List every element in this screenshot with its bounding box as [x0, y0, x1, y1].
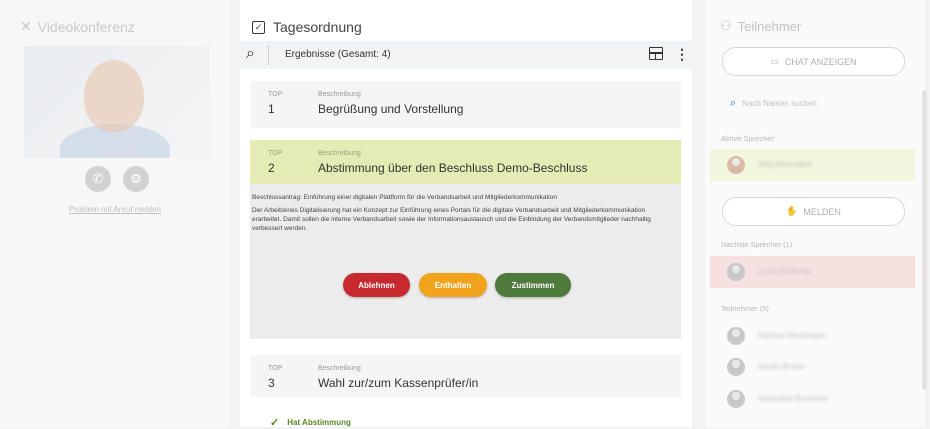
agenda-item-title: Begrüßung und Vorstellung	[318, 102, 464, 116]
checkmark-icon: ✓	[270, 417, 280, 429]
avatar	[727, 327, 745, 345]
participants-header: ⚇ Teilnehmer	[720, 18, 801, 34]
raise-hand-label: MELDEN	[803, 206, 841, 217]
participants-panel: ⚇ Teilnehmer ▭ CHAT ANZEIGEN ⌕ Nach Name…	[705, 0, 925, 427]
top-label: TOP	[268, 150, 283, 157]
agenda-header: ✓ Tagesordnung	[252, 19, 362, 35]
participant-row[interactable]: Martin Brown	[710, 351, 915, 383]
abstain-button[interactable]: Enthalten	[419, 273, 487, 297]
agenda-item-1[interactable]: TOP Beschreibung 1 Begrüßung und Vorstel…	[250, 81, 681, 128]
chat-icon: ▭	[770, 56, 779, 66]
search-icon: ⌕	[730, 97, 737, 109]
participant-name: Martin Brown	[758, 362, 806, 371]
agenda-item-number: 1	[268, 102, 275, 116]
speaker-name: Jörg Rosenthal	[758, 160, 812, 169]
video-panel-title: Videokonferenz	[37, 18, 135, 35]
description-label: Beschreibung	[318, 91, 361, 98]
report-problem-link[interactable]: Problem mit Anruf melden	[0, 205, 230, 214]
motion-text: Beschlussantrag: Einführung einer digita…	[252, 194, 557, 201]
avatar	[727, 156, 745, 174]
settings-button[interactable]: ⚙	[123, 166, 149, 192]
agenda-item-2[interactable]: TOP Beschreibung 2 Abstimmung über den B…	[250, 140, 681, 339]
agenda-item-3[interactable]: TOP Beschreibung 3 Wahl zur/zum Kassenpr…	[250, 355, 681, 397]
agenda-toolbar: ⌕ Ergebnisse (Gesamt: 4) ⋮	[240, 41, 692, 69]
agenda-item-title: Abstimmung über den Beschluss Demo-Besch…	[318, 161, 588, 175]
motion-description: Der Arbeitskreis Digitalisierung hat ein…	[252, 207, 651, 232]
video-conference-icon: ✕	[20, 18, 32, 34]
show-chat-label: CHAT ANZEIGEN	[784, 56, 857, 67]
participant-search-placeholder: Nach Namen suchen	[742, 99, 817, 108]
speaker-name: Luisa Schirmer	[758, 267, 812, 276]
raise-hand-button[interactable]: ✋ MELDEN	[722, 197, 905, 226]
participant-name: Markus Horstmann	[758, 331, 826, 340]
scrollbar[interactable]	[922, 90, 927, 390]
search-icon[interactable]: ⌕	[246, 45, 255, 63]
active-speaker-row[interactable]: Jörg Rosenthal	[710, 149, 915, 181]
reject-button[interactable]: Ablehnen	[343, 273, 410, 297]
top-label: TOP	[268, 365, 283, 372]
active-speakers-label: Aktive Sprecher	[721, 134, 774, 143]
participant-name: Sebastian Brummer	[758, 394, 829, 403]
phone-off-icon: ✆	[92, 171, 104, 186]
participants-title: Teilnehmer	[737, 18, 802, 34]
agenda-item-title: Wahl zur/zum Kassenprüfer/in	[318, 376, 479, 390]
agenda-item-header[interactable]: TOP Beschreibung 2 Abstimmung über den B…	[250, 140, 681, 184]
show-chat-button[interactable]: ▭ CHAT ANZEIGEN	[722, 47, 905, 76]
video-stream	[24, 46, 210, 158]
next-speaker-row[interactable]: Luisa Schirmer	[710, 256, 915, 288]
has-vote-indicator: ✓ Hat Abstimmung	[270, 416, 351, 429]
agenda-title: Tagesordnung	[273, 19, 362, 35]
avatar	[727, 358, 745, 376]
hand-icon: ✋	[786, 206, 798, 216]
description-label: Beschreibung	[318, 365, 361, 372]
agenda-item-number: 2	[268, 161, 275, 175]
more-vertical-icon[interactable]: ⋮	[675, 46, 689, 63]
hangup-button[interactable]: ✆	[85, 166, 111, 192]
results-count: Ergebnisse (Gesamt: 4)	[285, 49, 391, 60]
description-label: Beschreibung	[318, 150, 361, 157]
agenda-panel: ✓ Tagesordnung ⌕ Ergebnisse (Gesamt: 4) …	[240, 0, 692, 429]
gear-icon: ⚙	[130, 171, 142, 186]
top-label: TOP	[268, 91, 283, 98]
video-panel: ✕ Videokonferenz ✆ ⚙ Problem mit Anruf m…	[0, 0, 230, 427]
checkbox-icon: ✓	[252, 20, 265, 34]
participants-count-label: Teilnehmer (5)	[721, 304, 769, 313]
avatar	[727, 390, 745, 408]
participant-search[interactable]: ⌕ Nach Namen suchen	[730, 97, 817, 110]
agenda-item-number: 3	[268, 376, 275, 390]
video-panel-header: ✕ Videokonferenz	[20, 18, 135, 35]
toolbar-divider	[268, 45, 269, 65]
has-vote-label: Hat Abstimmung	[287, 418, 351, 427]
participant-row[interactable]: Sebastian Brummer	[710, 383, 915, 415]
participant-row[interactable]: Markus Horstmann	[710, 320, 915, 352]
approve-button[interactable]: Zustimmen	[495, 273, 571, 297]
next-speakers-label: Nächste Sprecher (1)	[721, 240, 793, 249]
avatar	[727, 263, 745, 281]
users-icon: ⚇	[720, 18, 732, 33]
agenda-item-details: Beschlussantrag: Einführung einer digita…	[250, 184, 681, 339]
table-view-icon[interactable]	[649, 47, 663, 60]
